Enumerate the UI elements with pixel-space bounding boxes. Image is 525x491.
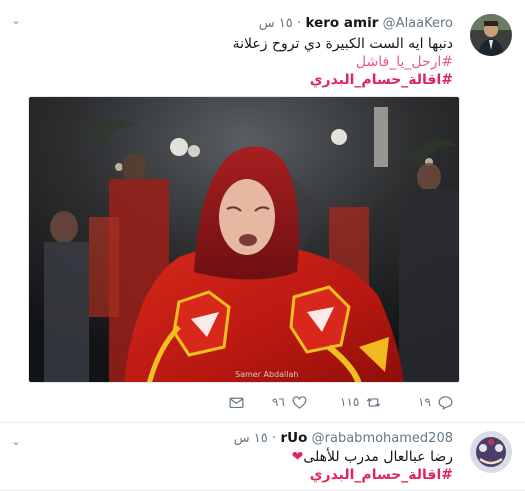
- tweet-1-author-name[interactable]: kero amir: [306, 15, 379, 31]
- red-heart-emoji: ❤: [291, 449, 304, 465]
- tweet-2-author-name[interactable]: rUo: [280, 430, 307, 446]
- retweet-icon: [367, 397, 381, 407]
- heart-icon: [292, 395, 307, 409]
- tweet-1-photo[interactable]: Samer Abdallah: [28, 96, 460, 383]
- tweet-menu-caret-icon[interactable]: ⌄: [11, 14, 21, 26]
- avatar-image: [470, 431, 512, 473]
- retweet-count: ١١٥: [340, 395, 360, 409]
- tweet-1-hashtag-1[interactable]: #ارحل_يا_فاشل: [356, 53, 453, 71]
- tweet-1-author-handle[interactable]: @AlaaKero: [383, 16, 453, 31]
- tweet-2[interactable]: ⌄ rUo @rababmohamed208 · ١٥ س رضا عبالعا…: [0, 423, 525, 491]
- tweet-2-avatar[interactable]: [470, 431, 512, 473]
- tweet-2-text-content: رضا عبالعال مدرب للأهلى: [303, 449, 453, 465]
- envelope-icon: [229, 397, 244, 408]
- tweet-2-hashtag[interactable]: #اقالة_حسام_البدري: [310, 466, 453, 484]
- tweet-1[interactable]: ⌄ kero amir @AlaaKero · ١٥ س دنبها ايه ا…: [0, 0, 525, 423]
- avatar-image: [470, 14, 512, 56]
- direct-message-button[interactable]: [228, 392, 245, 412]
- reply-count: ١٩: [418, 395, 431, 409]
- tweet-1-hashtag-2[interactable]: #اقالة_حسام_البدري: [310, 71, 453, 89]
- tweet-2-text: رضا عبالعال مدرب للأهلى❤: [292, 448, 453, 466]
- tweet-1-avatar[interactable]: [470, 14, 512, 56]
- tweet-2-author-handle[interactable]: @rababmohamed208: [312, 431, 453, 446]
- reply-button[interactable]: ١٩: [418, 392, 454, 412]
- like-button[interactable]: ٩٦: [272, 392, 308, 412]
- reply-bubble-icon: [438, 395, 453, 410]
- retweet-button[interactable]: ١١٥: [340, 392, 382, 412]
- photo-credit-watermark: Samer Abdallah: [235, 370, 298, 379]
- tweet-1-timestamp[interactable]: ١٥ س: [259, 16, 293, 31]
- tweet-1-action-bar: ٩٦ ١١٥ ١٩: [228, 392, 466, 412]
- separator-dot: ·: [272, 431, 277, 446]
- tweet-2-header: rUo @rababmohamed208 · ١٥ س: [234, 429, 453, 448]
- tweet-2-timestamp[interactable]: ١٥ س: [234, 431, 268, 446]
- separator-dot: ·: [297, 16, 302, 31]
- like-count: ٩٦: [272, 395, 285, 409]
- photo-crying-fan-image: Samer Abdallah: [29, 97, 459, 382]
- tweet-1-header: kero amir @AlaaKero · ١٥ س: [259, 14, 453, 33]
- tweet-1-text: دنبها ايه الست الكبيرة دي تروح زعلانة: [232, 36, 453, 52]
- tweet-menu-caret-icon[interactable]: ⌄: [11, 435, 21, 447]
